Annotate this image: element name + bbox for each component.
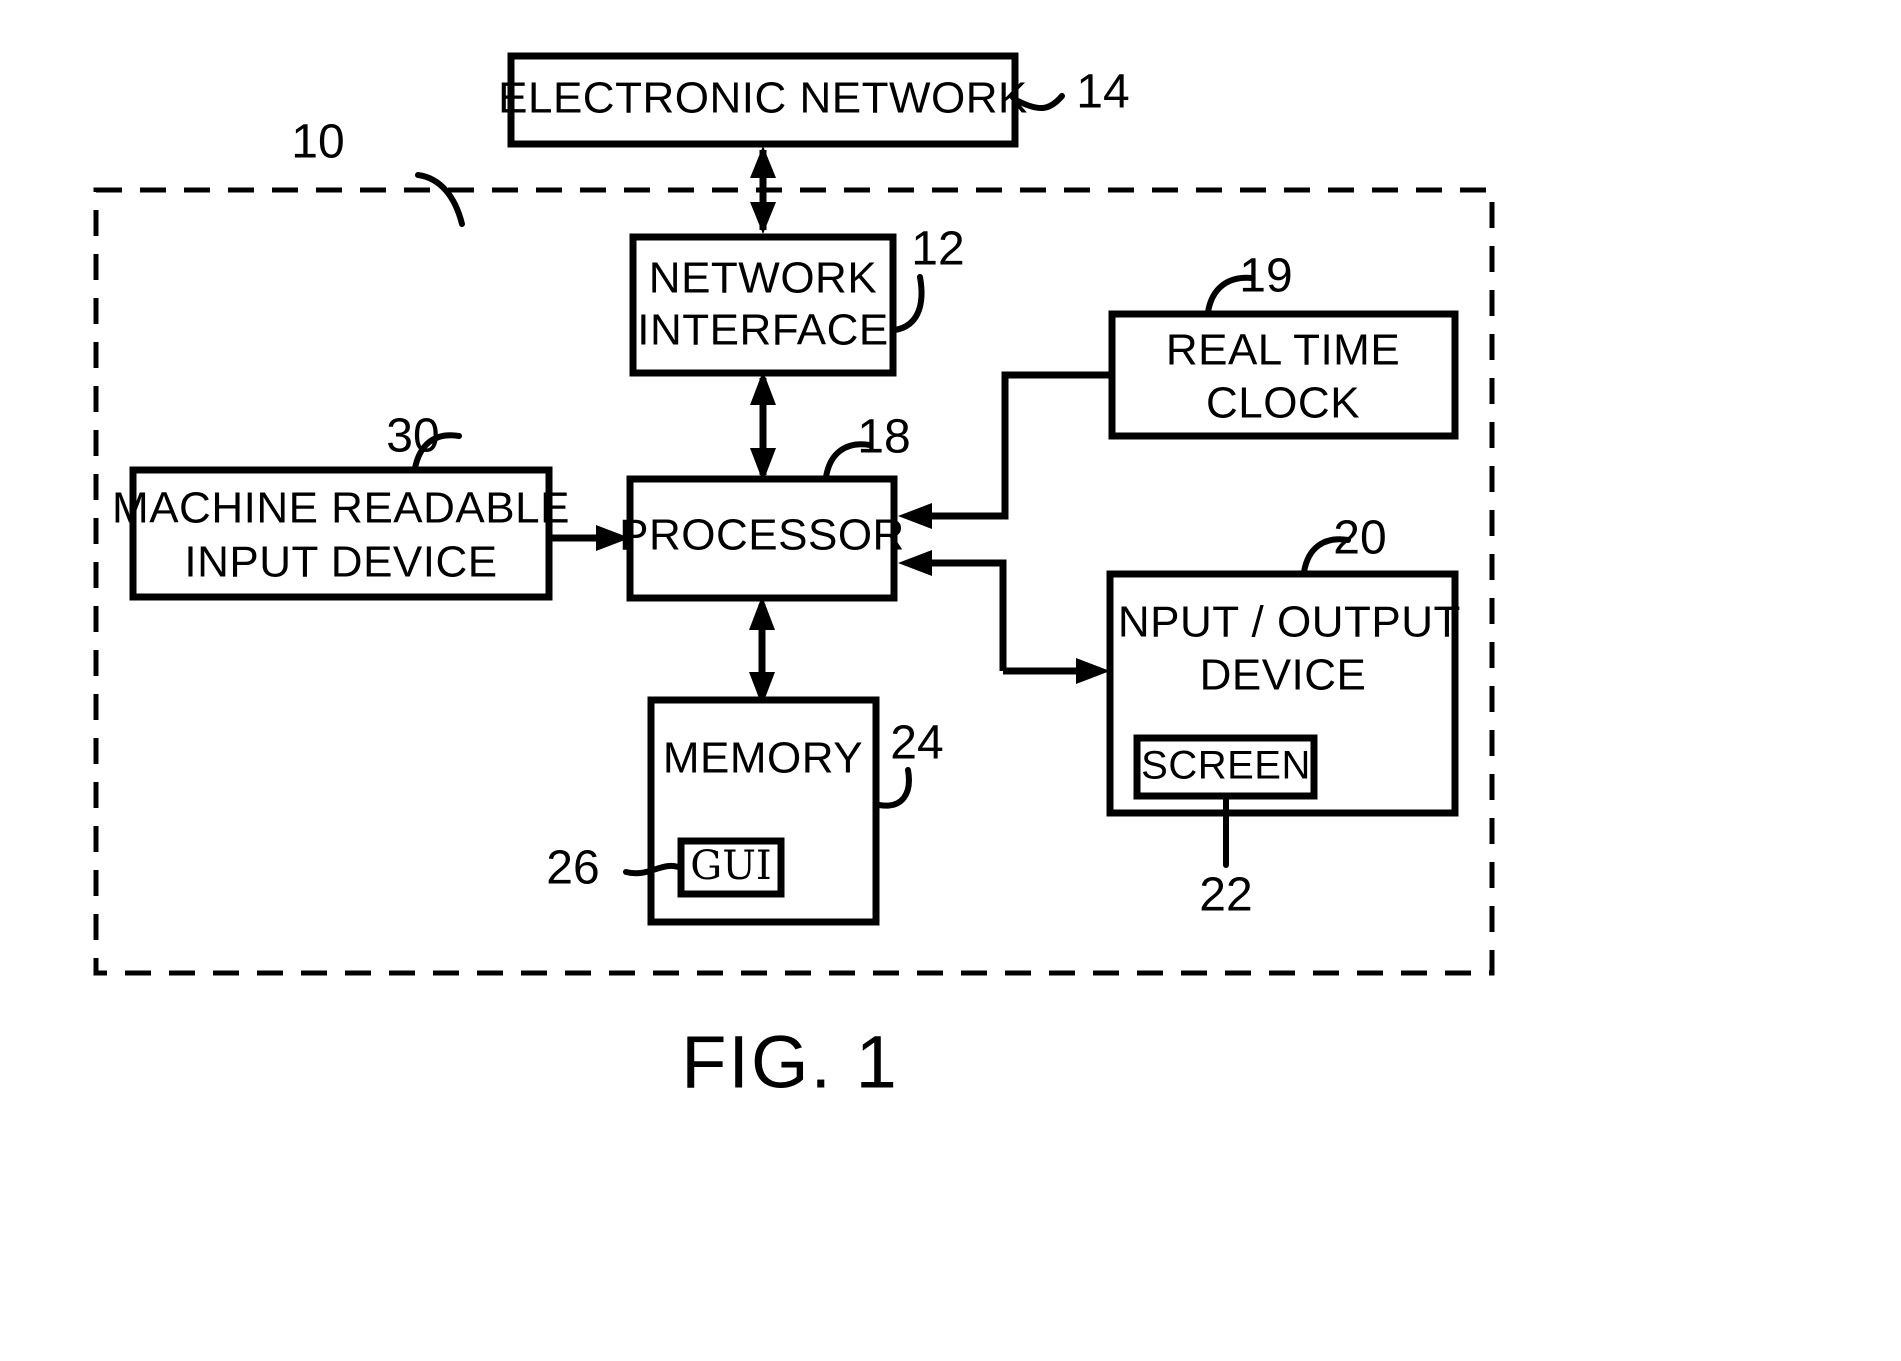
ref-number-processor: 18	[857, 411, 910, 464]
electronic-network-label: ELECTRONIC NETWORK	[498, 74, 1028, 123]
ref-number-gui: 26	[546, 842, 599, 895]
ref-number-electronic-network: 14	[1076, 66, 1129, 119]
ref-number-machine-readable: 30	[386, 410, 439, 463]
input-output-label-line1: INPUT / OUTPUT	[1105, 598, 1461, 647]
machine-readable-label-line2: INPUT DEVICE	[184, 538, 497, 587]
ref-number-screen: 22	[1199, 869, 1252, 922]
machine-readable-label-line1: MACHINE READABLE	[112, 484, 570, 533]
leader-line-memory	[876, 767, 912, 809]
ref-number-memory: 24	[890, 717, 943, 770]
network-interface-label-line2: INTERFACE	[637, 306, 888, 355]
arrow-processor-to-io	[1003, 658, 1110, 684]
ref-number-real-time-clock: 19	[1239, 250, 1292, 303]
screen-label: SCREEN	[1141, 744, 1311, 788]
arrow-io-to-processor	[898, 550, 1007, 671]
arrow-clock-to-processor	[898, 371, 1112, 529]
gui-label: GUI	[690, 843, 771, 889]
input-output-label-line2: DEVICE	[1200, 651, 1367, 700]
real-time-clock-label-line1: REAL TIME	[1166, 326, 1400, 375]
ref-number-network-interface: 12	[911, 223, 964, 276]
patent-figure: 10 ELECTRONIC NETWORK 14 NETWORK INTERFA…	[0, 0, 1901, 1361]
figure-canvas: 10 ELECTRONIC NETWORK 14 NETWORK INTERFA…	[93, 52, 1495, 1104]
ref-number-input-output-device: 20	[1333, 512, 1386, 565]
arrow-processor-to-memory	[749, 596, 775, 706]
processor-label: PROCESSOR	[619, 511, 905, 560]
network-interface-label-line1: NETWORK	[649, 254, 877, 303]
ref-number-system: 10	[291, 116, 344, 169]
memory-label: MEMORY	[663, 734, 863, 783]
arrow-interface-to-processor	[750, 371, 776, 482]
real-time-clock-label-line2: CLOCK	[1206, 379, 1360, 428]
leader-line-network-interface	[892, 274, 925, 333]
figure-caption: FIG. 1	[681, 1021, 899, 1104]
leader-line-system	[415, 172, 465, 227]
